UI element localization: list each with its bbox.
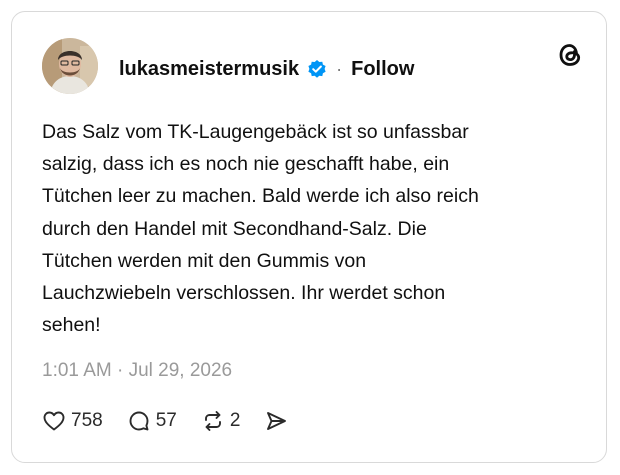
header-separator: ·	[336, 58, 343, 79]
post-text-line: Tütchen leer zu machen. Bald werde ich a…	[42, 185, 479, 208]
follow-button[interactable]: Follow	[351, 58, 414, 81]
repost-count: 2	[229, 410, 241, 431]
comment-icon	[129, 411, 149, 431]
like-count: 758	[71, 410, 103, 431]
post-text-line: Lauchzwiebeln verschlossen. Ihr werdet s…	[42, 282, 446, 305]
share-button[interactable]	[264, 409, 288, 433]
post-text: Das Salz vom TK-Laugengebäck ist so unfa…	[42, 116, 582, 341]
reply-count: 57	[155, 410, 177, 431]
avatar[interactable]	[42, 38, 98, 94]
like-button[interactable]: 758	[42, 409, 103, 433]
repost-button[interactable]: 2	[201, 409, 241, 433]
threads-logo-icon[interactable]	[556, 40, 584, 70]
verified-badge-icon	[307, 59, 327, 79]
reply-button[interactable]: 57	[127, 409, 177, 433]
send-icon	[267, 412, 287, 430]
heart-icon	[43, 411, 65, 431]
post-card: lukasmeistermusik · Follow Das Salz vom …	[11, 11, 607, 463]
post-text-line: salzig, dass ich es noch nie geschafft h…	[42, 153, 450, 176]
username[interactable]: lukasmeistermusik	[119, 58, 299, 81]
post-header: lukasmeistermusik · Follow	[119, 56, 414, 82]
post-text-line: durch den Handel mit Secondhand-Salz. Di…	[42, 217, 427, 240]
repost-icon	[204, 411, 221, 431]
post-text-line: Das Salz vom TK-Laugengebäck ist so unfa…	[42, 121, 469, 143]
post-text-line: sehen!	[42, 314, 101, 337]
post-text-line: Tütchen werden mit den Gummis von	[42, 249, 367, 272]
post-timestamp[interactable]: 1:01 AM · Jul 29, 2026	[42, 360, 232, 382]
post-actions: 758 57 2	[42, 408, 288, 434]
